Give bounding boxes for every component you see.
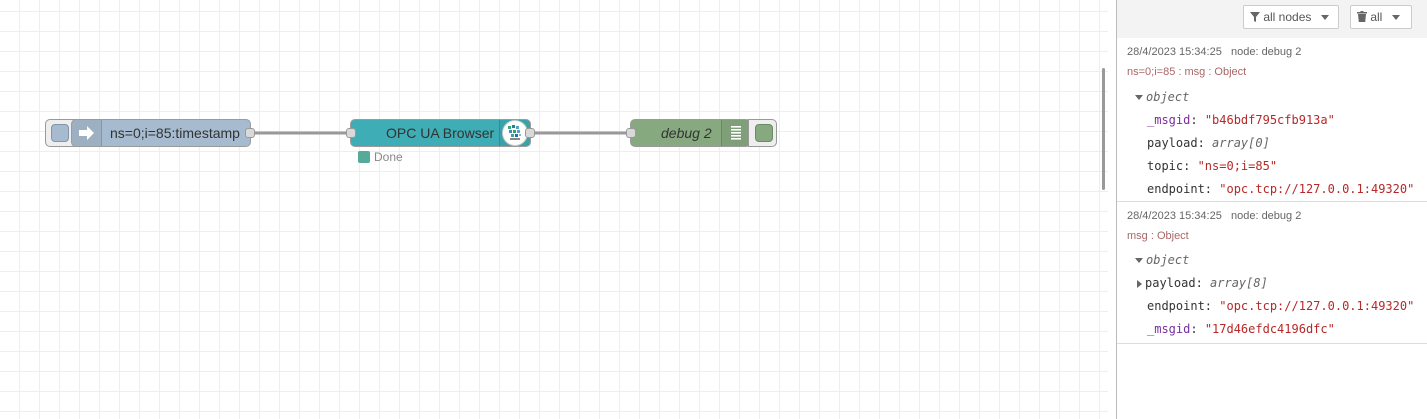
property-key: endpoint [1147, 299, 1205, 313]
property-sep: : [1197, 136, 1213, 150]
property-value: "ns=0;i=85" [1197, 159, 1278, 173]
message-topic: ns=0;i=85 : msg : Object [1127, 66, 1247, 78]
debug-message-list[interactable]: 28/4/2023 15:34:25 node: debug 2 ns=0;i=… [1117, 38, 1427, 344]
inject-node-label: ns=0;i=85:timestamp [110, 125, 240, 141]
property-key: _msgid [1147, 322, 1191, 336]
clear-label: all [1370, 10, 1383, 24]
workspace-vertical-scrollbar[interactable] [1102, 68, 1105, 190]
object-property-expandable[interactable]: payload: array[8] [1137, 276, 1268, 290]
property-value: "17d46efdc4196dfc" [1204, 322, 1335, 336]
property-key: topic [1147, 159, 1184, 173]
property-value: array[0] [1212, 136, 1270, 150]
flow-wires [251, 131, 630, 135]
message-timestamp: 28/4/2023 15:34:25 [1127, 210, 1222, 222]
opcua-input-port[interactable] [346, 128, 356, 138]
object-property[interactable]: payload: array[0] [1147, 136, 1270, 150]
filter-nodes-dropdown[interactable]: all nodes [1243, 5, 1339, 29]
debug-input-port[interactable] [626, 128, 636, 138]
opcua-output-port[interactable] [525, 128, 535, 138]
message-meta: 28/4/2023 15:34:25 node: debug 2 [1127, 46, 1301, 58]
trash-icon [1357, 11, 1367, 22]
property-value: "opc.tcp://127.0.0.1:49320" [1219, 182, 1415, 196]
object-property[interactable]: _msgid: "b46bdf795cfb913a" [1147, 113, 1335, 127]
property-sep: : [1204, 299, 1220, 313]
expand-right-icon [1137, 279, 1142, 288]
opcua-status-text: Done [374, 150, 403, 164]
property-sep: : [1204, 182, 1220, 196]
debug-node[interactable]: debug 2 [626, 119, 751, 147]
status-dot-icon [358, 151, 370, 163]
expand-down-icon [1135, 258, 1143, 263]
property-sep: : [1183, 159, 1198, 173]
object-property[interactable]: endpoint: "opc.tcp://127.0.0.1:49320" [1147, 182, 1414, 196]
property-key: endpoint [1147, 182, 1205, 196]
opcua-browser-node[interactable]: OPC UA Browser [346, 119, 535, 147]
opcua-node-label: OPC UA Browser [386, 125, 495, 141]
property-sep: : [1190, 113, 1205, 127]
property-key: _msgid [1147, 113, 1191, 127]
message-timestamp: 28/4/2023 15:34:25 [1127, 46, 1222, 58]
filter-icon [1250, 12, 1260, 22]
debug-sidebar: all nodes all 28/4/2023 15:34:25 node: d… [1116, 0, 1427, 419]
debug-toggle-frame [748, 119, 777, 147]
property-key: payload [1147, 136, 1198, 150]
clear-messages-dropdown[interactable]: all [1350, 5, 1412, 29]
object-root-toggle[interactable]: object [1135, 90, 1189, 104]
object-root-label: object [1146, 253, 1190, 267]
inject-icon [72, 120, 102, 146]
property-sep: : [1195, 276, 1211, 290]
object-root-toggle[interactable]: object [1135, 253, 1189, 267]
debug-toolbar: all nodes all [1117, 0, 1427, 39]
object-property[interactable]: endpoint: "opc.tcp://127.0.0.1:49320" [1147, 299, 1414, 313]
property-value: "opc.tcp://127.0.0.1:49320" [1219, 299, 1415, 313]
chevron-down-icon [1320, 15, 1329, 21]
debug-message[interactable]: 28/4/2023 15:34:25 node: debug 2 msg : O… [1117, 202, 1427, 344]
inject-node[interactable]: ns=0;i=85:timestamp [71, 119, 255, 147]
message-node: node: debug 2 [1230, 210, 1302, 222]
inject-trigger-button[interactable] [51, 124, 69, 142]
debug-node-label: debug 2 [661, 125, 712, 141]
flow-workspace[interactable]: ns=0;i=85:timestamp OPC UA Browser Done … [0, 0, 1108, 419]
debug-icon [721, 120, 750, 146]
debug-message[interactable]: 28/4/2023 15:34:25 node: debug 2 ns=0;i=… [1117, 38, 1427, 202]
object-property[interactable]: topic: "ns=0;i=85" [1147, 159, 1277, 173]
property-value: array[8] [1210, 276, 1268, 290]
expand-down-icon [1135, 95, 1143, 100]
inject-output-port[interactable] [245, 128, 255, 138]
property-value: "b46bdf795cfb913a" [1204, 113, 1335, 127]
filter-label: all nodes [1263, 10, 1312, 24]
debug-output-toggle[interactable] [755, 124, 773, 142]
object-property[interactable]: _msgid: "17d46efdc4196dfc" [1147, 322, 1335, 336]
object-root-label: object [1146, 90, 1190, 104]
message-node: node: debug 2 [1230, 46, 1302, 58]
chevron-down-icon [1391, 15, 1400, 21]
property-key: payload [1145, 276, 1196, 290]
message-topic: msg : Object [1127, 230, 1189, 242]
property-sep: : [1190, 322, 1205, 336]
message-meta: 28/4/2023 15:34:25 node: debug 2 [1127, 210, 1301, 222]
